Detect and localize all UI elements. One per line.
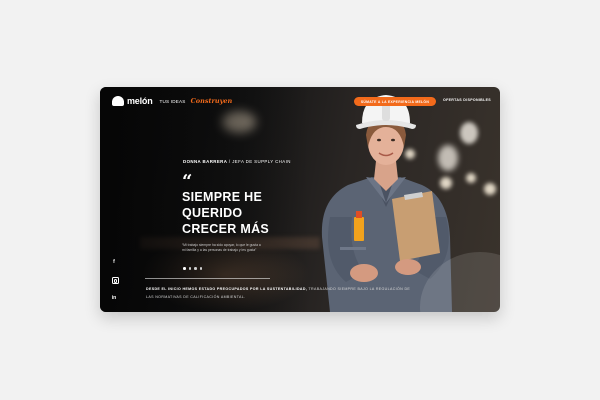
hero-card: melón TUS IDEAS Construyen SÚMATE A LA E… xyxy=(100,87,500,312)
brand-logo[interactable]: melón TUS IDEAS Construyen xyxy=(112,96,232,106)
job-offers-link[interactable]: OFERTAS DISPONIBLES xyxy=(443,98,491,102)
divider xyxy=(145,278,270,279)
logo-wordmark: melón xyxy=(127,96,153,106)
join-experience-button[interactable]: SÚMATE A LA EXPERIENCIA MELÓN xyxy=(354,97,436,106)
person-role: JEFA DE SUPPLY CHAIN xyxy=(232,159,291,164)
logo-mark xyxy=(112,96,124,106)
carousel-pagination xyxy=(183,267,202,270)
bokeh-light xyxy=(484,183,496,195)
bokeh-light xyxy=(460,122,478,144)
headline-line: QUERIDO xyxy=(182,206,243,220)
bokeh-light xyxy=(466,173,476,183)
linkedin-icon[interactable]: in xyxy=(110,295,118,301)
testimonial-person: DONNA BARRERA / JEFA DE SUPPLY CHAIN xyxy=(183,159,291,164)
testimonial-body: “Mi trabajo siempre ha sido apoyar, lo q… xyxy=(182,243,261,252)
brand-tagline: TUS IDEAS xyxy=(159,98,186,104)
headline-line: SIEMPRE HE xyxy=(182,190,263,204)
brand-tagline-script: Construyen xyxy=(190,97,233,105)
carousel-dot[interactable] xyxy=(199,267,202,270)
carousel-dot[interactable] xyxy=(183,267,186,270)
sustainability-statement: DESDE EL INICIO HEMOS ESTADO PREOCUPADOS… xyxy=(146,286,416,301)
carousel-dot[interactable] xyxy=(188,267,191,270)
statement-strong: DESDE EL INICIO HEMOS ESTADO PREOCUPADOS… xyxy=(146,287,308,291)
hero-headline: SIEMPRE HE QUERIDO CRECER MÁS xyxy=(182,189,269,237)
headline-line: CRECER MÁS xyxy=(182,222,270,236)
facebook-icon[interactable]: f xyxy=(110,259,118,265)
instagram-icon[interactable] xyxy=(111,277,119,284)
person-name: DONNA BARRERA xyxy=(183,159,228,164)
carousel-dot[interactable] xyxy=(194,267,197,270)
